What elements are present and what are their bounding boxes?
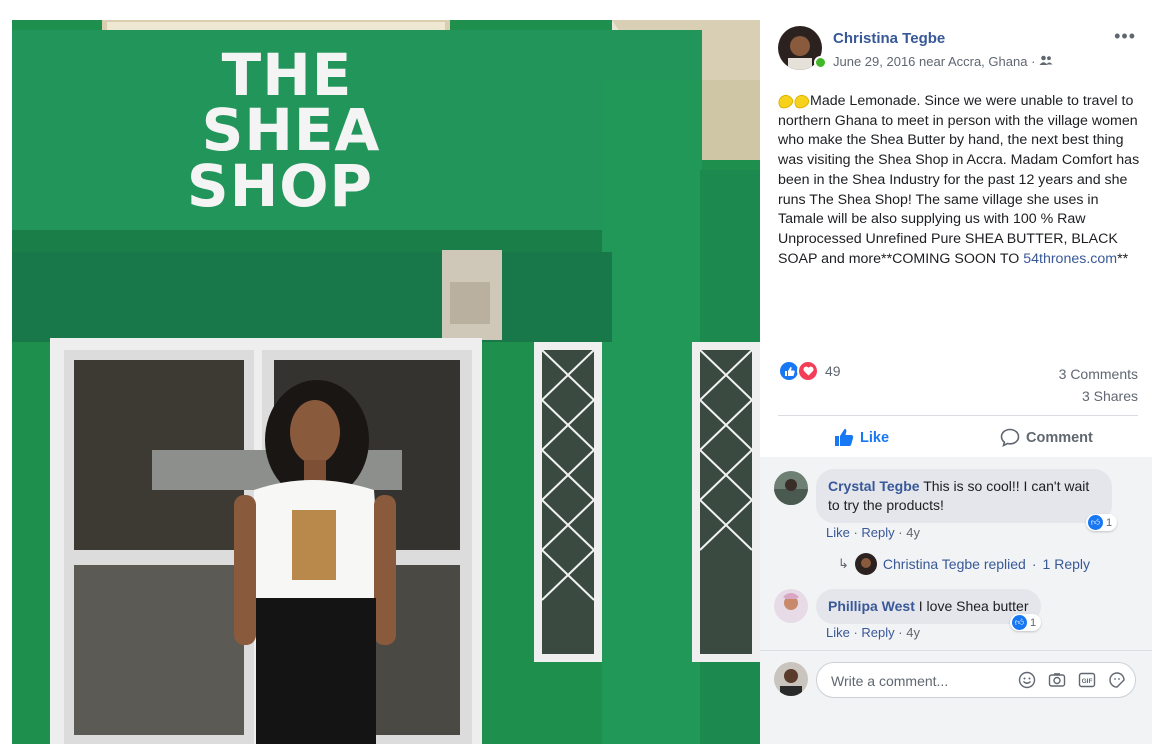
sticker-icon[interactable] [1107,670,1127,690]
svg-text:GIF: GIF [1082,678,1093,685]
post-body: Made Lemonade. Since we were unable to t… [775,92,1146,269]
thumbs-up-icon [835,429,854,446]
current-user-avatar[interactable] [774,662,808,696]
comment-input[interactable] [829,672,1023,690]
comment-icon [1000,428,1020,447]
divider [778,415,1138,416]
shea-shop-photo: THE SHEA SHOP [12,20,760,744]
meta-separator: · [1031,54,1036,69]
comments-count[interactable]: 3 Comments [1059,363,1138,385]
commenter-name[interactable]: Crystal Tegbe [828,478,920,494]
shares-count[interactable]: 3 Shares [1059,385,1138,407]
comment-button[interactable]: Comment [1000,428,1093,447]
comments-section: Crystal Tegbe This is so cool!! I can't … [760,457,1152,744]
lemon-emoji-icon [775,92,796,111]
reply-separator: · [1031,556,1037,572]
post-body-suffix: ** [1117,250,1129,267]
commenter-name[interactable]: Phillipa West [828,598,915,614]
post-date[interactable]: June 29, 2016 [833,54,915,69]
reactions-summary[interactable]: 49 [778,360,841,382]
friends-icon[interactable] [1039,54,1053,69]
post-meta: June 29, 2016 near Accra, Ghana · [833,54,1053,69]
commenter-avatar[interactable] [774,589,808,623]
post-link[interactable]: 54thrones.com [1023,251,1117,267]
comment-composer[interactable]: GIF [816,662,1136,698]
camera-icon[interactable] [1047,670,1067,690]
post-body-text: Made Lemonade. Since we were unable to t… [778,93,1140,267]
comment-reply-link[interactable]: Reply [861,625,894,640]
view-replies-link[interactable]: ↳ Christina Tegbe replied · 1 Reply [838,553,1090,575]
comment-button-label: Comment [1026,429,1093,446]
comment-text: I love Shea butter [918,598,1029,614]
replier-avatar [854,553,877,575]
reply-count: 1 Reply [1042,556,1090,572]
like-reaction-icon: 👍︎ [1088,515,1103,530]
reaction-count: 49 [825,363,841,379]
comment-reaction-count: 1 [1030,616,1037,629]
comment-like-link[interactable]: Like [826,625,850,640]
online-status-dot [814,56,827,69]
post-author-name[interactable]: Christina Tegbe [833,30,945,47]
comment-actions: Like · Reply · 4y [826,525,920,540]
reply-arrow-icon: ↳ [838,556,849,571]
comment-reactions[interactable]: 👍︎ 1 [1010,614,1042,631]
reply-summary-text: Christina Tegbe replied [882,556,1026,572]
post-side-panel: Christina Tegbe June 29, 2016 near Accra… [760,20,1152,744]
comment-age[interactable]: 4y [906,525,920,540]
post-photo[interactable]: THE SHEA SHOP [12,20,760,744]
comment-reactions[interactable]: 👍︎ 1 [1086,514,1118,531]
post-location[interactable]: near Accra, Ghana [919,54,1027,69]
comment-age[interactable]: 4y [906,625,920,640]
composer-tools: GIF [1017,670,1127,690]
comment-bubble: Crystal Tegbe This is so cool!! I can't … [816,469,1112,523]
emoji-icon[interactable] [1017,670,1037,690]
comment-reaction-count: 1 [1106,516,1113,529]
lemon-emoji-icon [791,92,812,111]
like-button[interactable]: Like [834,428,889,447]
sign-line-3: SHOP [187,152,373,220]
comment-bubble: Phillipa West I love Shea butter [816,589,1041,624]
comment-like-link[interactable]: Like [826,525,850,540]
love-reaction-icon [797,360,819,382]
divider [760,650,1152,651]
comment-actions: Like · Reply · 4y [826,625,920,640]
like-button-label: Like [860,429,890,446]
comment-reply-link[interactable]: Reply [861,525,894,540]
post-options-button[interactable]: ••• [1114,26,1136,47]
engagement-counts: 3 Comments 3 Shares [1059,363,1138,407]
like-reaction-icon: 👍︎ [1012,615,1027,630]
gif-icon[interactable]: GIF [1077,670,1097,690]
commenter-avatar[interactable] [774,471,808,505]
